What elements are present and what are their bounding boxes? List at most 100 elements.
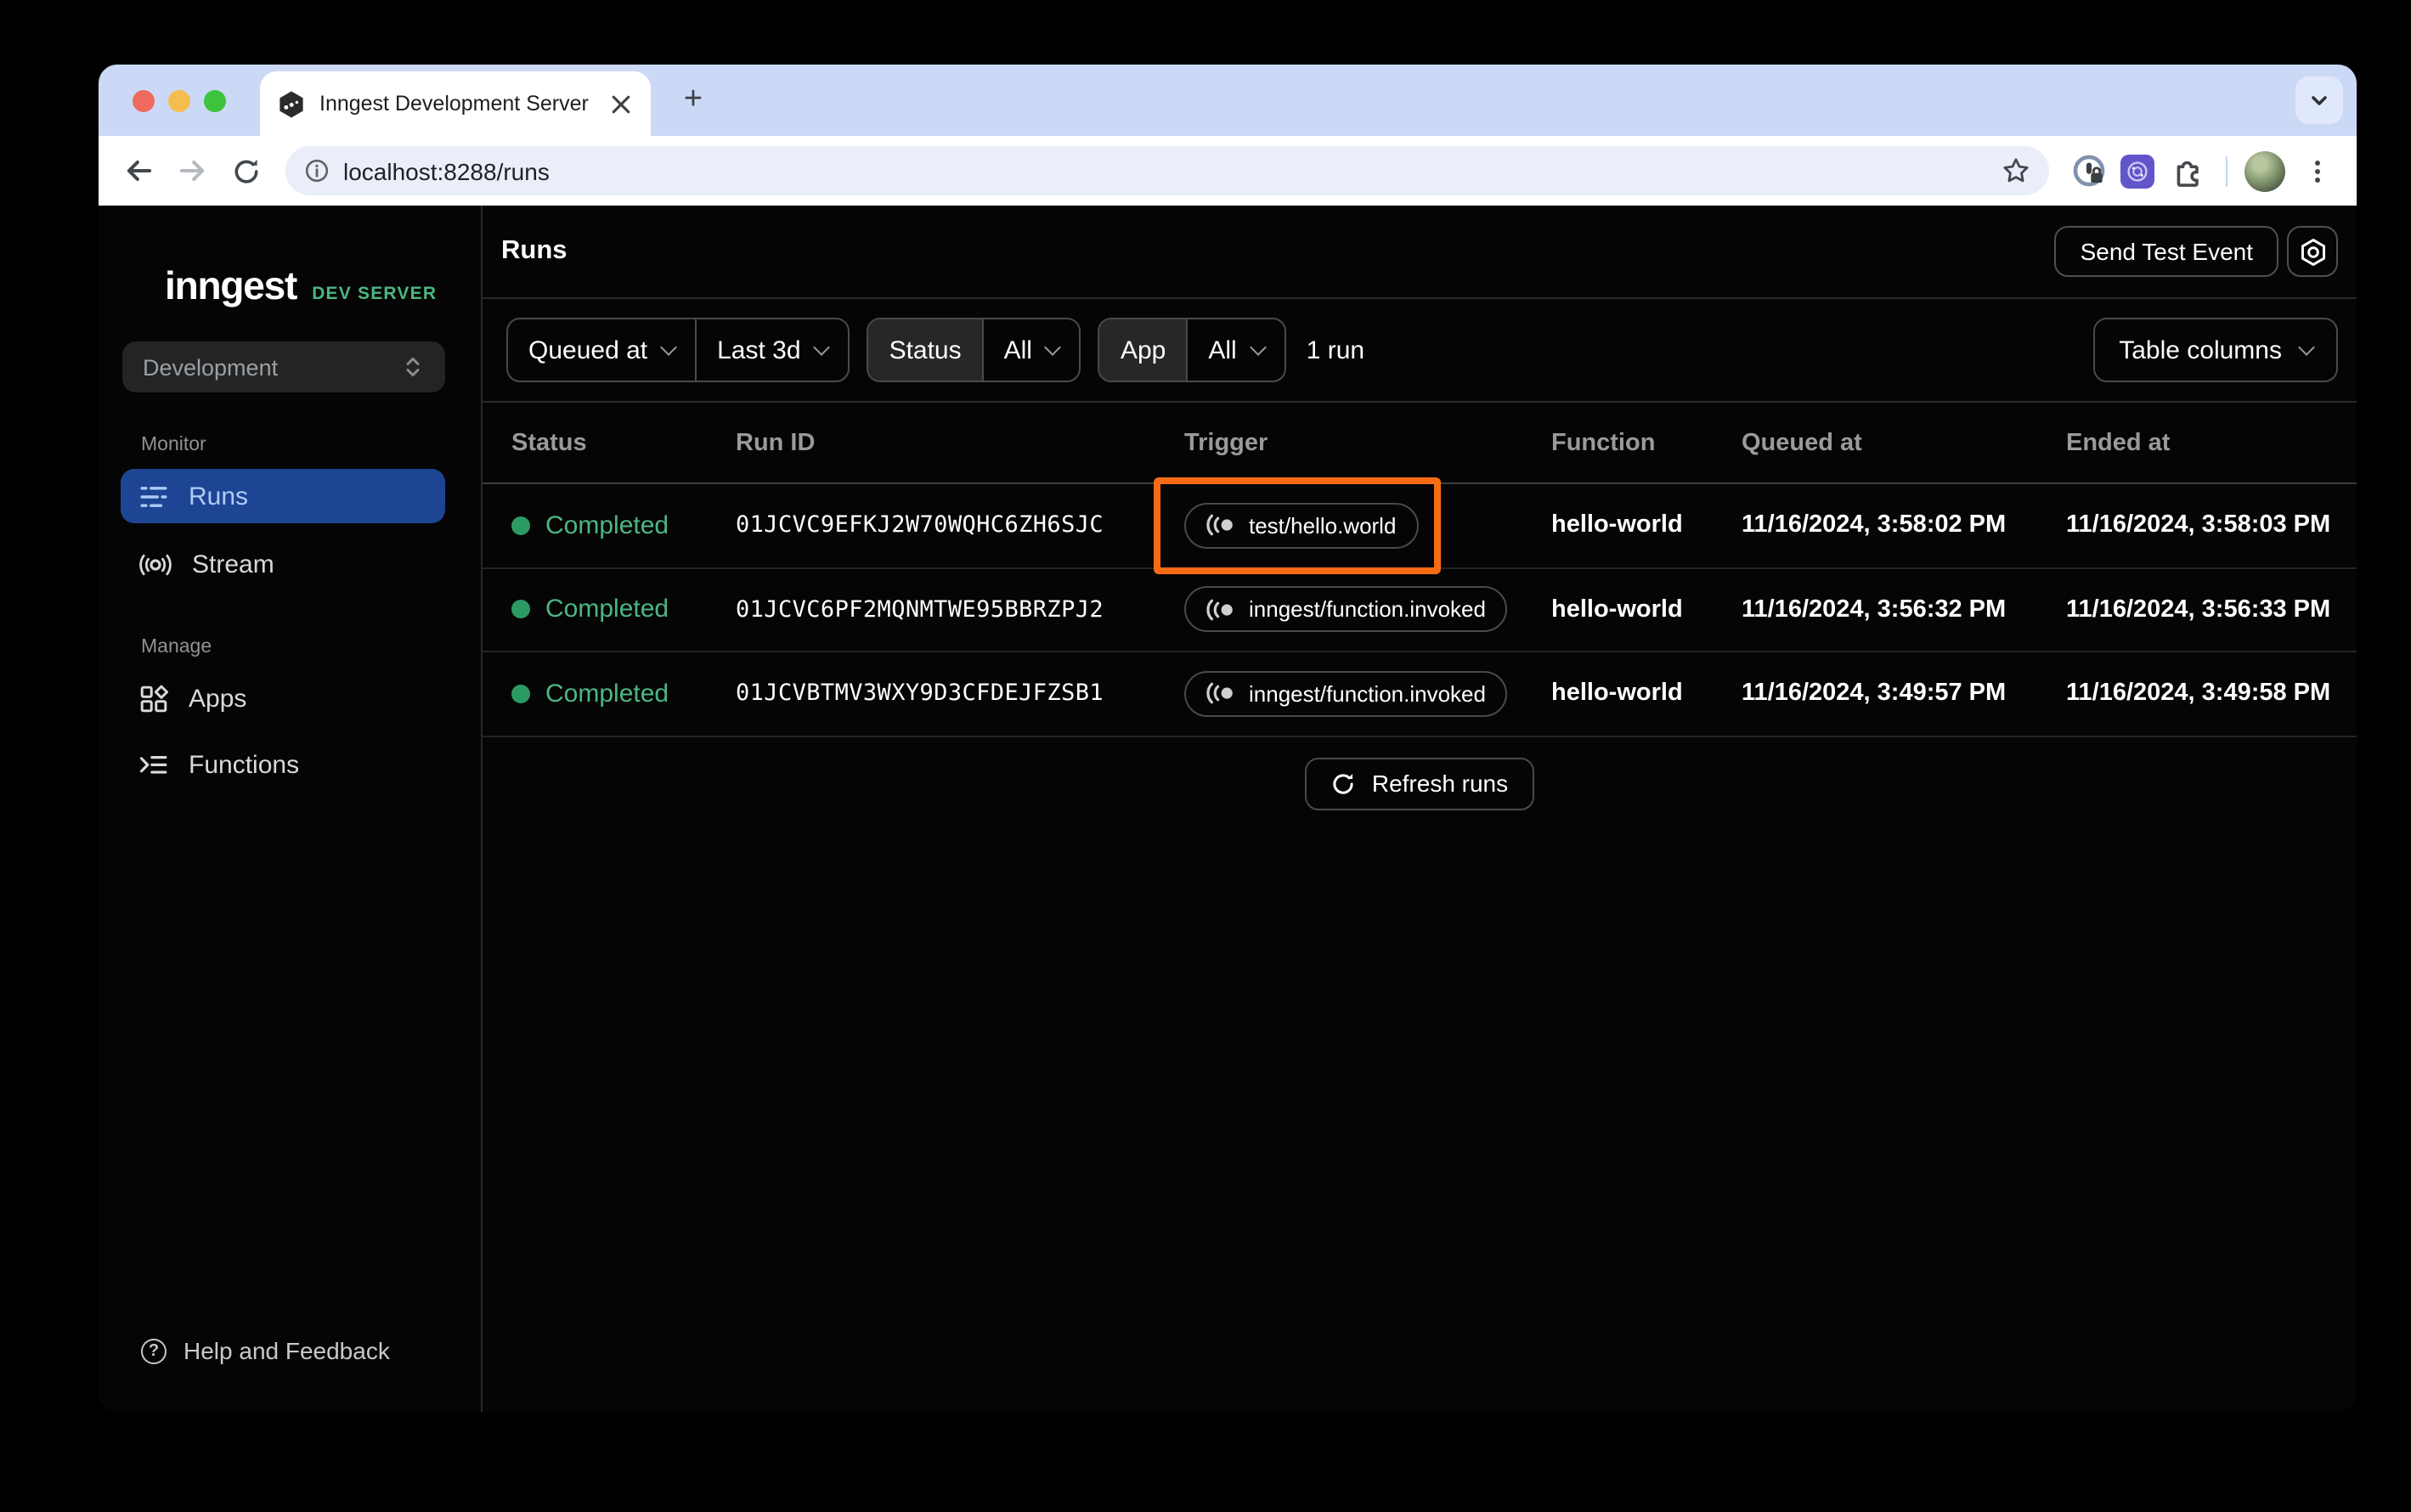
window-controls [133,65,226,136]
address-bar[interactable]: localhost:8288/runs [285,146,2049,195]
status-cell: Completed [511,511,736,540]
refresh-icon [1334,773,1354,793]
send-test-event-button[interactable]: Send Test Event [2054,226,2278,277]
column-header-function[interactable]: Function [1551,429,1742,456]
column-header-queued-at[interactable]: Queued at [1742,429,2066,456]
status-label: Completed [545,511,669,540]
time-field-value: Queued at [528,336,648,364]
column-header-trigger[interactable]: Trigger [1184,429,1551,456]
minimize-window-button[interactable] [168,89,190,111]
favicon-inngest-icon [277,89,306,118]
trigger-badge[interactable]: test/hello.world [1184,502,1419,549]
refresh-runs-button[interactable]: Refresh runs [1305,757,1534,810]
apps-icon [140,684,168,712]
app-filter-label: App [1099,319,1187,381]
browser-window: Inngest Development Server + localhost:8… [99,65,2357,1412]
status-filter-dropdown[interactable]: All [981,319,1080,381]
status-completed-dot [511,600,530,619]
trigger-label: test/hello.world [1249,512,1397,539]
time-range-dropdown[interactable]: Last 3d [695,319,848,381]
url-text[interactable]: localhost:8288/runs [343,157,1988,184]
reload-icon[interactable] [224,149,268,193]
help-and-feedback[interactable]: ? Help and Feedback [141,1337,390,1364]
app-content: inngest DEV SERVER Development Monitor R… [99,206,2357,1412]
status-label: Completed [545,679,669,708]
sidebar-item-runs[interactable]: Runs [121,469,445,523]
app-filter-dropdown[interactable]: All [1186,319,1284,381]
table-columns-button[interactable]: Table columns [2093,318,2338,382]
help-label: Help and Feedback [184,1337,390,1364]
zoom-window-button[interactable] [204,89,226,111]
app-filter: App All [1098,318,1286,382]
trigger-badge[interactable]: inngest/function.invoked [1184,586,1508,633]
browser-toolbar: localhost:8288/runs [99,136,2357,206]
trigger-badge[interactable]: inngest/function.invoked [1184,670,1508,717]
new-tab-button[interactable]: + [669,76,717,124]
table-row[interactable]: Completed 01JCVC9EFKJ2W70WQHC6ZH6SJC tes… [483,484,2357,568]
function-cell[interactable]: hello-world [1551,680,1742,708]
status-cell: Completed [511,595,736,624]
table-header: Status Run ID Trigger Function Queued at… [483,403,2357,484]
settings-button[interactable] [2287,226,2338,277]
table-row[interactable]: Completed 01JCVBTMV3WXY9D3CFDEJFZSB1 inn… [483,652,2357,736]
sidebar-item-label: Runs [189,482,249,511]
event-pulse-icon [1206,515,1233,536]
site-info-icon[interactable] [304,158,330,183]
status-label: Completed [545,595,669,624]
run-id-cell[interactable]: 01JCVC6PF2MQNMTWE95BBRZPJ2 [736,596,1184,623]
column-header-ended-at[interactable]: Ended at [2066,429,2357,456]
toolbar-divider [2226,155,2227,186]
sidebar-item-apps[interactable]: Apps [121,671,445,725]
screen: Inngest Development Server + localhost:8… [0,0,2411,1512]
chevron-down-icon [1249,338,1267,355]
run-id-cell[interactable]: 01JCVC9EFKJ2W70WQHC6ZH6SJC [736,512,1184,539]
trigger-cell: inngest/function.invoked [1184,586,1551,633]
time-filter: Queued at Last 3d [506,318,850,382]
run-id-cell[interactable]: 01JCVBTMV3WXY9D3CFDEJFZSB1 [736,680,1184,708]
functions-icon [139,755,167,773]
logo: inngest DEV SERVER [165,263,481,309]
table-row[interactable]: Completed 01JCVC6PF2MQNMTWE95BBRZPJ2 inn… [483,568,2357,652]
chevron-down-icon [2298,338,2315,355]
sidebar-item-label: Apps [189,684,247,713]
chevron-down-icon [1045,338,1062,355]
status-filter: Status All [867,318,1081,382]
run-count: 1 run [1306,336,1365,364]
inngest-logo-text: inngest [165,263,297,307]
bookmark-star-icon[interactable] [2002,156,2030,185]
function-cell[interactable]: hello-world [1551,512,1742,539]
environment-selector[interactable]: Development [122,341,445,392]
trigger-cell: inngest/function.invoked [1184,670,1551,717]
refresh-runs-label: Refresh runs [1371,770,1509,797]
forward-icon[interactable] [170,149,214,193]
browser-menu-icon[interactable] [2295,149,2340,193]
column-header-status[interactable]: Status [511,429,736,456]
status-completed-dot [511,516,530,535]
time-range-value: Last 3d [717,336,801,364]
section-label-manage: Manage [141,637,212,657]
browser-tab[interactable]: Inngest Development Server [260,71,651,136]
tab-strip: Inngest Development Server + [99,65,2357,136]
trigger-label: inngest/function.invoked [1249,680,1486,707]
hex-settings-icon [2300,238,2325,265]
back-icon[interactable] [116,149,160,193]
extensions-puzzle-icon[interactable] [2165,149,2209,193]
status-filter-value: All [1003,336,1032,364]
event-pulse-icon [1206,683,1233,704]
password-manager-extension-icon[interactable] [2066,149,2110,193]
sidebar-item-functions[interactable]: Functions [121,737,445,792]
function-cell[interactable]: hello-world [1551,596,1742,623]
ended-at-cell: 11/16/2024, 3:56:33 PM [2066,595,2331,623]
close-window-button[interactable] [133,89,155,111]
profile-avatar[interactable] [2244,150,2285,191]
filter-bar: Queued at Last 3d Status All App All 1 r… [483,299,2357,403]
column-header-run-id[interactable]: Run ID [736,429,1184,456]
tab-close-icon[interactable] [607,90,634,117]
time-field-dropdown[interactable]: Queued at [508,319,695,381]
tab-search-chevron-icon[interactable] [2295,76,2343,124]
status-filter-label: Status [868,319,982,381]
status-cell: Completed [511,680,736,708]
environment-selector-value: Development [143,354,279,380]
sidebar-item-stream[interactable]: Stream [121,537,445,591]
browser-extension-icon[interactable] [2120,154,2154,188]
